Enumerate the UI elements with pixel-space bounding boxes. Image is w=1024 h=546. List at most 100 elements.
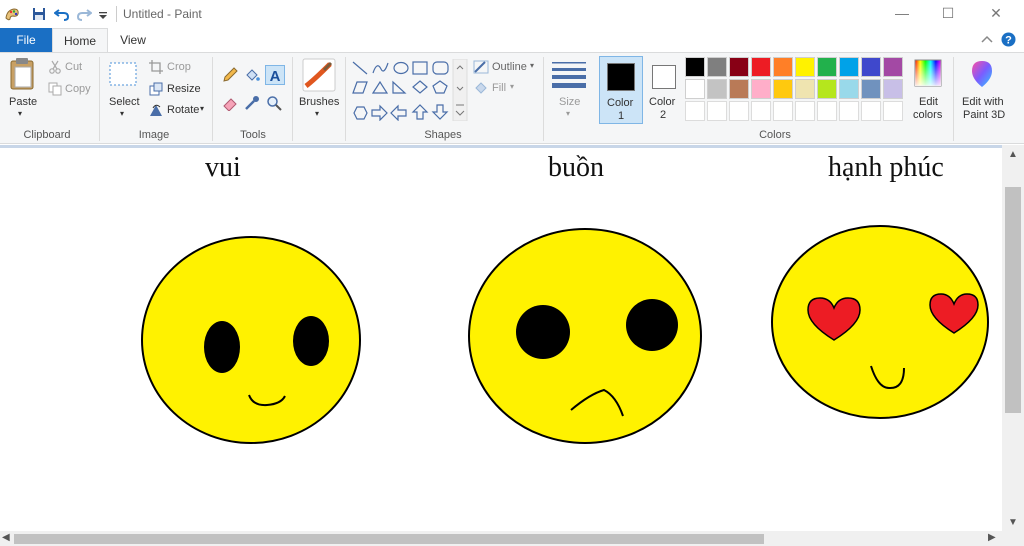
palette-swatch-empty[interactable]	[795, 101, 815, 121]
select-icon[interactable]	[109, 62, 137, 86]
ribbon-separator	[953, 57, 954, 141]
help-icon[interactable]: ?	[1001, 32, 1016, 47]
scroll-down-arrow[interactable]: ▼	[1008, 517, 1018, 528]
palette-swatch-empty[interactable]	[685, 101, 705, 121]
vertical-scroll-thumb[interactable]	[1005, 187, 1021, 413]
palette-swatch-empty[interactable]	[883, 101, 903, 121]
rotate-icon[interactable]	[149, 103, 163, 117]
tab-file[interactable]: File	[0, 28, 52, 52]
resize-button[interactable]: Resize	[167, 83, 201, 95]
magnifier-icon[interactable]	[266, 95, 282, 111]
color-picker-icon[interactable]	[244, 95, 260, 111]
size-dropdown-arrow[interactable]: ▾	[566, 109, 570, 118]
edit-colors-icon[interactable]	[914, 59, 942, 87]
color1-button[interactable]: Color 1	[599, 56, 643, 124]
paste-button[interactable]: Paste	[9, 96, 37, 108]
edit-colors-line1[interactable]: Edit	[919, 96, 938, 108]
palette-swatch[interactable]	[773, 57, 793, 77]
palette-swatch[interactable]	[839, 57, 859, 77]
size-icon[interactable]	[552, 61, 586, 89]
outline-button[interactable]: Outline	[492, 61, 527, 73]
cut-button[interactable]: Cut	[65, 61, 82, 73]
palette-swatch[interactable]	[839, 79, 859, 99]
rotate-dropdown-arrow[interactable]: ▾	[200, 104, 204, 113]
palette-swatch-empty[interactable]	[773, 101, 793, 121]
crop-button[interactable]: Crop	[167, 61, 191, 73]
window-title: Untitled - Paint	[123, 7, 202, 21]
paint3d-line2[interactable]: Paint 3D	[963, 109, 1005, 121]
palette-swatch[interactable]	[817, 79, 837, 99]
text-tool-icon[interactable]: A	[265, 65, 285, 85]
maximize-button[interactable]: ☐	[934, 4, 962, 22]
palette-swatch-empty[interactable]	[861, 101, 881, 121]
palette-swatch[interactable]	[707, 79, 727, 99]
tab-home[interactable]: Home	[52, 28, 108, 52]
palette-swatch-empty[interactable]	[751, 101, 771, 121]
close-button[interactable]: ✕	[982, 4, 1010, 22]
palette-swatch[interactable]	[861, 57, 881, 77]
palette-swatch[interactable]	[729, 57, 749, 77]
canvas-area[interactable]: vui buồn hạnh phúc	[0, 145, 1002, 531]
palette-swatch-empty[interactable]	[729, 101, 749, 121]
brushes-icon[interactable]	[302, 58, 336, 92]
drawing[interactable]	[0, 148, 1002, 531]
paint3d-icon[interactable]	[968, 59, 996, 89]
palette-swatch[interactable]	[795, 57, 815, 77]
palette-swatch[interactable]	[817, 57, 837, 77]
palette-swatch[interactable]	[773, 79, 793, 99]
save-icon[interactable]	[32, 7, 46, 21]
fill-dropdown-arrow[interactable]: ▾	[510, 82, 514, 91]
tab-view[interactable]: View	[110, 28, 156, 52]
size-button[interactable]: Size	[559, 96, 580, 108]
shapes-gallery[interactable]	[350, 58, 468, 122]
brushes-dropdown-arrow[interactable]: ▾	[315, 109, 319, 118]
cut-icon[interactable]	[48, 60, 62, 74]
edit-colors-line2[interactable]: colors	[913, 109, 942, 121]
select-button[interactable]: Select	[109, 96, 140, 108]
palette-swatch-empty[interactable]	[707, 101, 727, 121]
copy-icon[interactable]	[48, 82, 62, 96]
palette-swatch-empty[interactable]	[839, 101, 859, 121]
ribbon-separator	[292, 57, 293, 141]
crop-icon[interactable]	[149, 60, 163, 74]
palette-swatch[interactable]	[751, 79, 771, 99]
resize-icon[interactable]	[149, 82, 163, 96]
palette-swatch[interactable]	[729, 79, 749, 99]
horizontal-scroll-thumb[interactable]	[14, 534, 764, 544]
vertical-scrollbar[interactable]: ▲ ▼	[1002, 145, 1024, 531]
paint3d-line1[interactable]: Edit with	[962, 96, 1004, 108]
color2-number: 2	[660, 109, 667, 121]
minimize-button[interactable]: —	[888, 4, 916, 22]
horizontal-scrollbar[interactable]: ◀ ▶	[0, 531, 1002, 546]
palette-swatch[interactable]	[685, 79, 705, 99]
fill-icon[interactable]	[473, 81, 489, 95]
palette-swatch[interactable]	[707, 57, 727, 77]
collapse-ribbon-icon[interactable]	[980, 33, 994, 47]
palette-swatch[interactable]	[883, 79, 903, 99]
brushes-button[interactable]: Brushes	[299, 96, 339, 108]
customize-qat-icon[interactable]	[98, 7, 108, 21]
palette-swatch[interactable]	[685, 57, 705, 77]
select-dropdown-arrow[interactable]: ▾	[120, 109, 124, 118]
eraser-icon[interactable]	[222, 95, 238, 112]
pencil-icon[interactable]	[222, 67, 238, 83]
redo-icon[interactable]	[76, 7, 93, 21]
outline-icon[interactable]	[473, 60, 489, 74]
undo-icon[interactable]	[53, 7, 70, 21]
fill-bucket-icon[interactable]	[244, 67, 260, 83]
paste-dropdown-arrow[interactable]: ▾	[18, 109, 22, 118]
scroll-up-arrow[interactable]: ▲	[1008, 149, 1018, 160]
palette-swatch[interactable]	[883, 57, 903, 77]
rotate-button[interactable]: Rotate	[167, 104, 199, 116]
palette-swatch[interactable]	[751, 57, 771, 77]
scroll-right-arrow[interactable]: ▶	[988, 532, 996, 543]
scroll-left-arrow[interactable]: ◀	[2, 532, 10, 543]
fill-button[interactable]: Fill	[492, 82, 506, 94]
color2-button[interactable]: Color 2	[645, 56, 681, 124]
palette-swatch[interactable]	[861, 79, 881, 99]
palette-swatch-empty[interactable]	[817, 101, 837, 121]
copy-button[interactable]: Copy	[65, 83, 91, 95]
outline-dropdown-arrow[interactable]: ▾	[530, 61, 534, 70]
paste-icon[interactable]	[8, 57, 36, 91]
palette-swatch[interactable]	[795, 79, 815, 99]
